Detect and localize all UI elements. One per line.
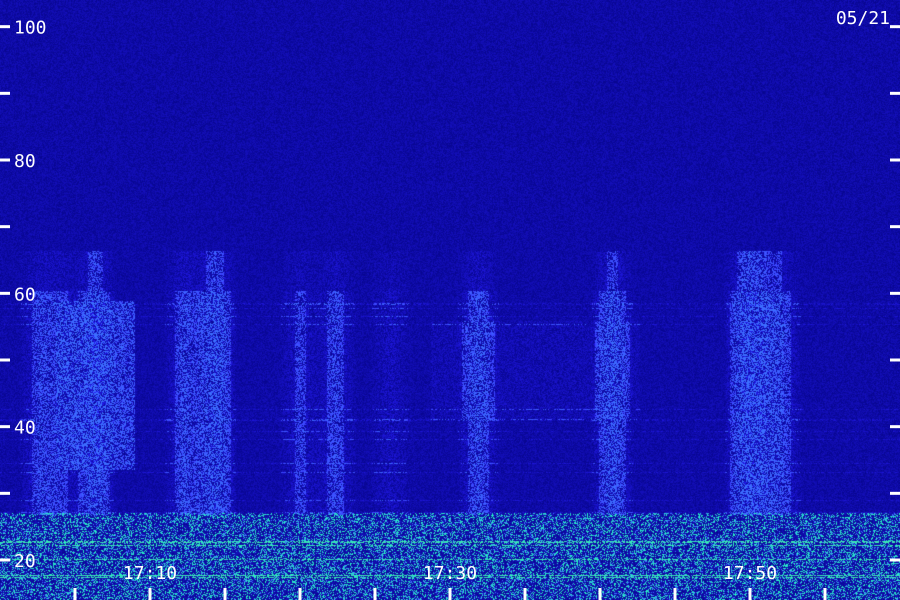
y-tick-label: 60	[14, 284, 36, 305]
x-tick-label: 17:50	[723, 563, 777, 584]
chart-axes: 100 80 60 40 20 17:10 17:30 17:50 05/21	[0, 8, 900, 600]
x-tick-label: 17:10	[123, 563, 177, 584]
x-tick-label: 17:30	[423, 563, 477, 584]
y-tick-labels: 100 80 60 40 20	[14, 18, 47, 572]
y-tick-label: 20	[14, 551, 36, 572]
date-label: 05/21	[836, 8, 890, 29]
y-tick-label: 40	[14, 418, 36, 439]
x-tick-marks	[73, 588, 827, 600]
y-tick-label: 80	[14, 151, 36, 172]
spectrogram-chart: 100 80 60 40 20 17:10 17:30 17:50 05/21	[0, 0, 900, 600]
y-tick-marks	[0, 25, 900, 562]
x-tick-labels: 17:10 17:30 17:50	[123, 563, 777, 584]
y-tick-label: 100	[14, 18, 47, 39]
